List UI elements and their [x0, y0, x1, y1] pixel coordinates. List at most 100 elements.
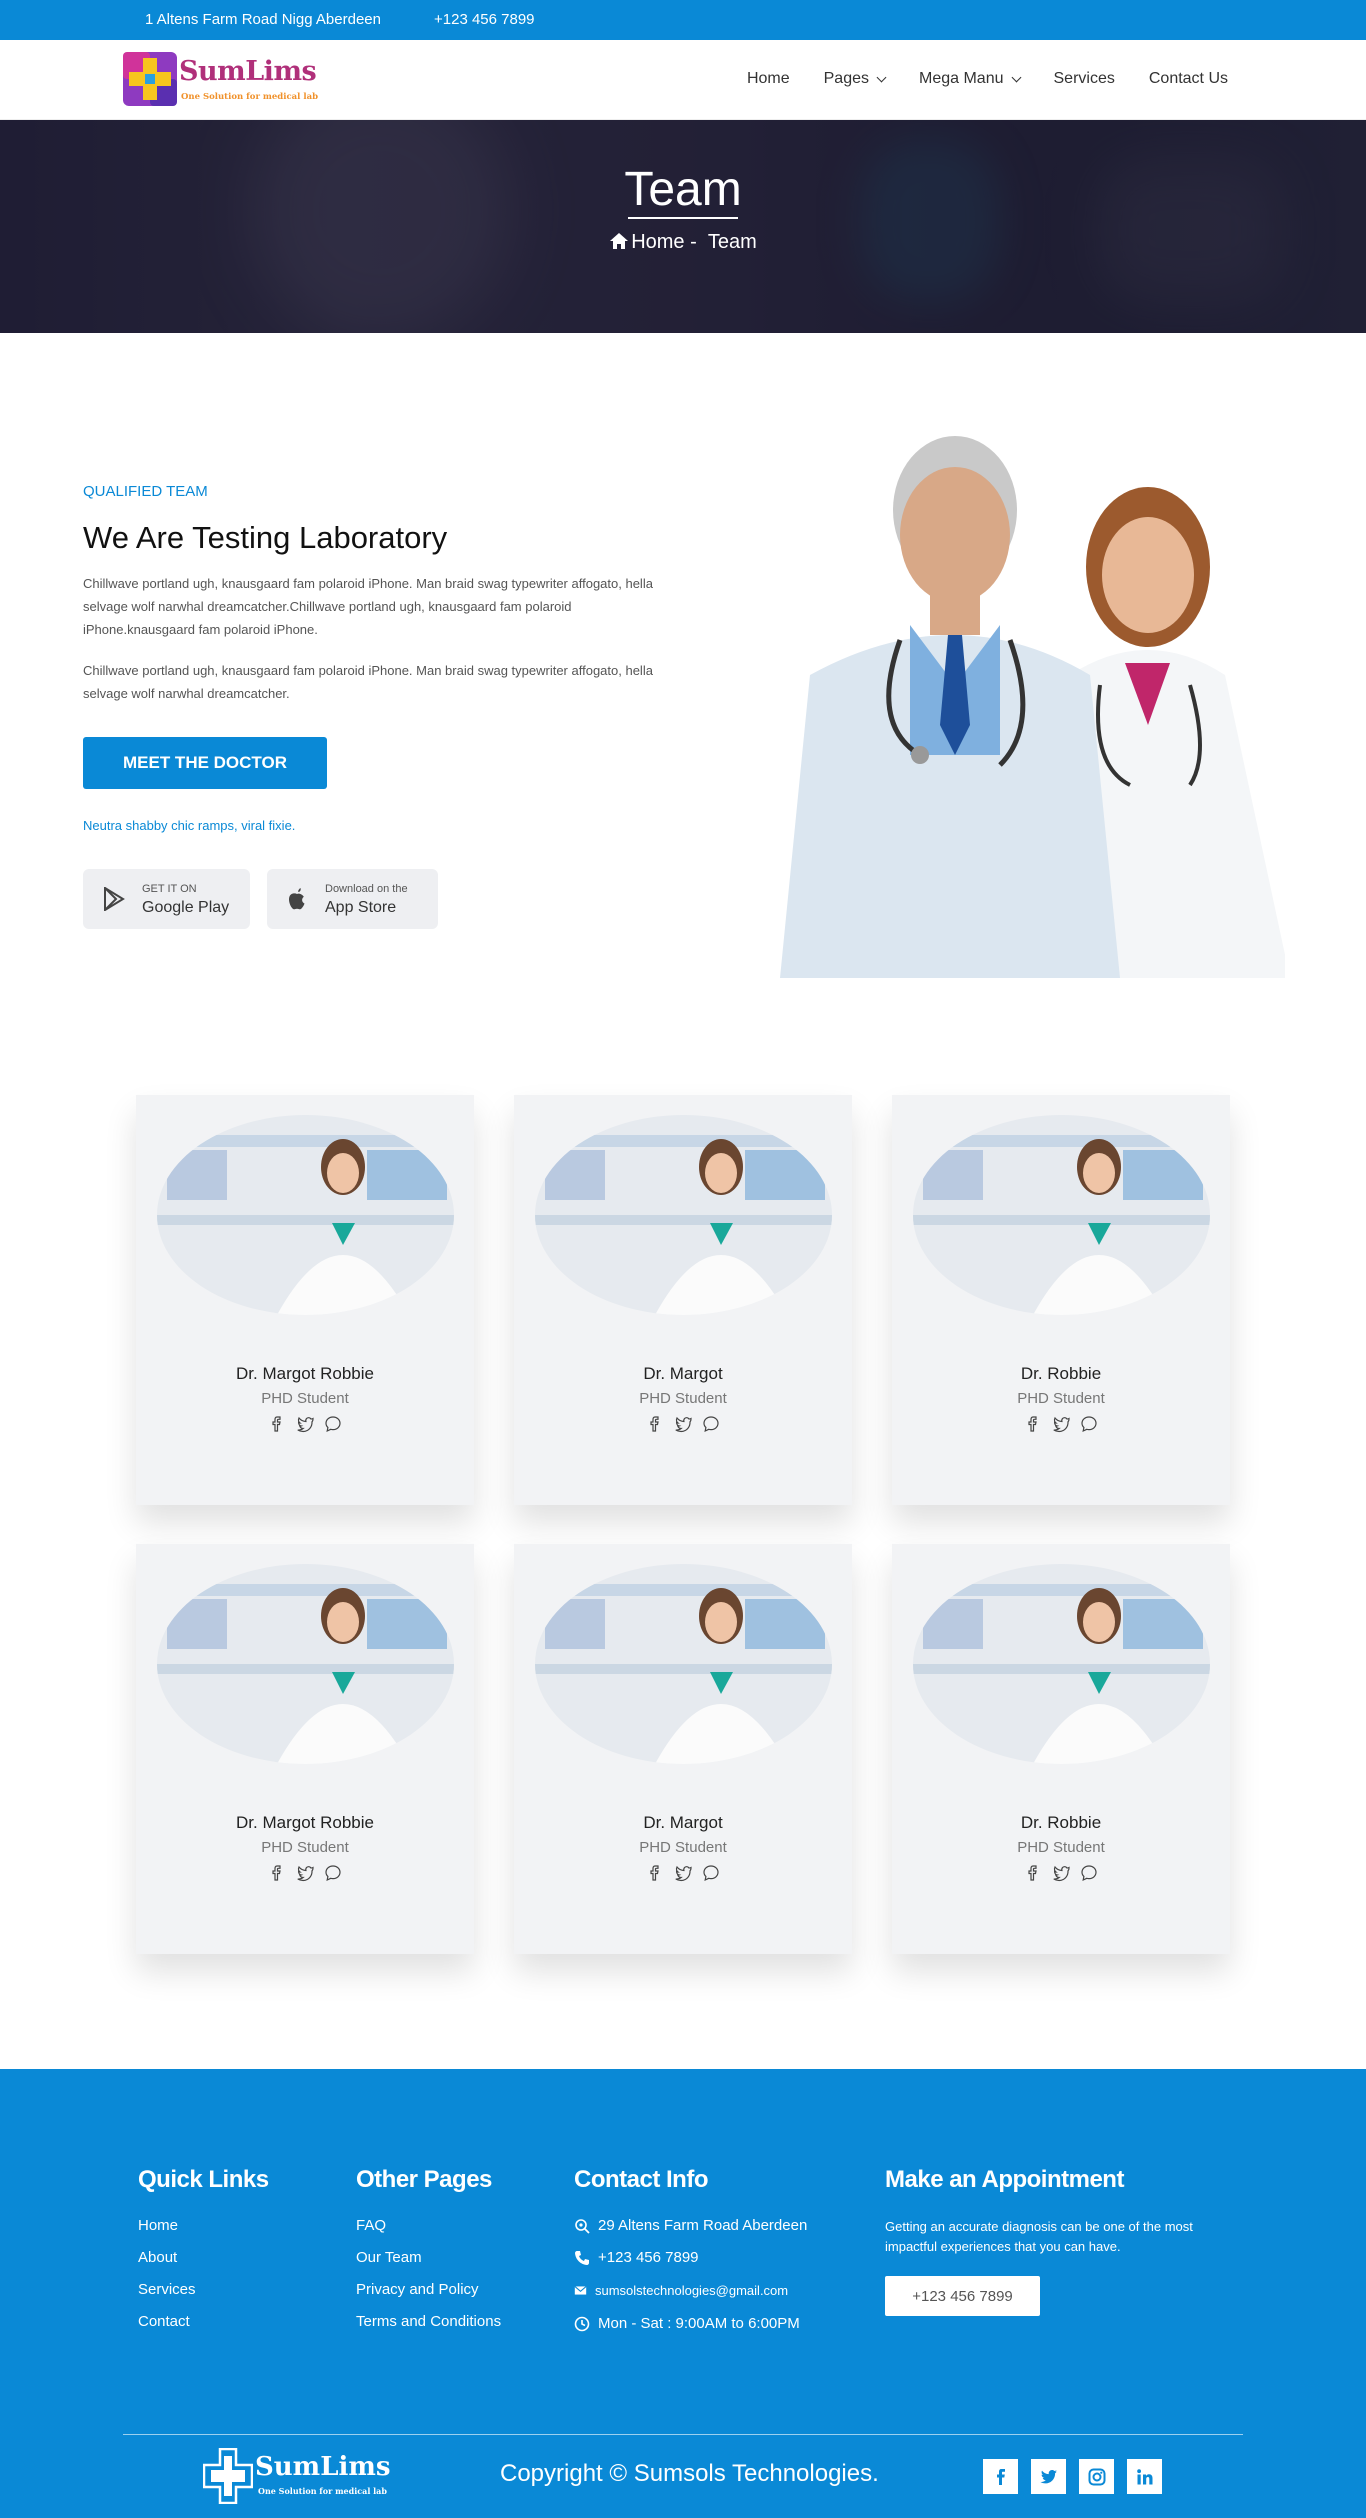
chevron-down-icon	[1011, 72, 1021, 82]
phone-icon	[575, 2250, 589, 2265]
chat-icon[interactable]	[702, 1864, 720, 1882]
twitter-icon[interactable]	[674, 1864, 692, 1882]
team-card[interactable]: Dr. Margot Robbie PHD Student	[136, 1095, 474, 1505]
team-card[interactable]: Dr. Margot Robbie PHD Student	[136, 1544, 474, 1954]
nav-contact-us[interactable]: Contact Us	[1149, 70, 1228, 88]
main-nav: Home Pages Mega Manu Services Contact Us	[713, 70, 1228, 88]
team-member-name: Dr. Margot	[643, 1364, 723, 1383]
twitter-icon[interactable]	[1031, 2459, 1066, 2494]
team-card[interactable]: Dr. Margot PHD Student	[514, 1095, 852, 1505]
facebook-icon[interactable]	[1024, 1415, 1042, 1433]
twitter-icon[interactable]	[1052, 1864, 1070, 1882]
footer-brand-tagline: One Solution for medical lab	[258, 2486, 387, 2496]
linkedin-icon[interactable]	[1127, 2459, 1162, 2494]
appointment-phone-button[interactable]: +123 456 7899	[885, 2276, 1040, 2316]
twitter-icon[interactable]	[296, 1415, 314, 1433]
footer-phone[interactable]: +123 456 7899	[574, 2249, 699, 2266]
footer-heading: Make an Appointment	[885, 2166, 1124, 2193]
tagline-link[interactable]: Neutra shabby chic ramps, viral fixie.	[83, 818, 295, 833]
footer-link-our-team[interactable]: Our Team	[356, 2249, 422, 2266]
section-eyebrow: QUALIFIED TEAM	[83, 483, 208, 500]
google-play-label: Google Play	[142, 899, 230, 916]
twitter-icon[interactable]	[296, 1864, 314, 1882]
footer-link-contact[interactable]: Contact	[138, 2313, 190, 2330]
twitter-icon[interactable]	[674, 1415, 692, 1433]
google-play-icon	[104, 887, 125, 911]
brand-name: SumLims	[179, 56, 317, 87]
chat-icon[interactable]	[1080, 1415, 1098, 1433]
nav-pages[interactable]: Pages	[824, 70, 887, 88]
team-member-name: Dr. Margot Robbie	[236, 1813, 374, 1832]
topbar-phone[interactable]: +123 456 7899	[434, 11, 535, 28]
doctors-photo	[780, 436, 1285, 978]
chat-icon[interactable]	[324, 1415, 342, 1433]
facebook-icon[interactable]	[646, 1415, 664, 1433]
nav-home[interactable]: Home	[747, 70, 790, 88]
team-member-name: Dr. Margot Robbie	[236, 1364, 374, 1383]
footer-email[interactable]: sumsolstechnologies@gmail.com	[574, 2283, 788, 2298]
footer-link-services[interactable]: Services	[138, 2281, 196, 2298]
google-play-button[interactable]: GET IT ON Google Play	[83, 869, 250, 929]
team-member-photo	[157, 1564, 454, 1764]
facebook-icon[interactable]	[268, 1864, 286, 1882]
social-links	[136, 1415, 474, 1433]
google-play-small: GET IT ON	[142, 883, 197, 895]
team-member-role: PHD Student	[261, 1390, 349, 1407]
footer-link-home[interactable]: Home	[138, 2217, 178, 2234]
app-store-button[interactable]: Download on the App Store	[267, 869, 438, 929]
footer-link-faq[interactable]: FAQ	[356, 2217, 386, 2234]
home-icon	[610, 233, 629, 249]
instagram-icon[interactable]	[1079, 2459, 1114, 2494]
facebook-icon[interactable]	[268, 1415, 286, 1433]
footer-heading: Contact Info	[574, 2166, 708, 2193]
footer-link-about[interactable]: About	[138, 2249, 177, 2266]
twitter-icon[interactable]	[1052, 1415, 1070, 1433]
footer-link-terms[interactable]: Terms and Conditions	[356, 2313, 501, 2330]
footer-divider	[123, 2434, 1243, 2435]
team-card[interactable]: Dr. Robbie PHD Student	[892, 1544, 1230, 1954]
facebook-icon[interactable]	[983, 2459, 1018, 2494]
team-member-photo	[913, 1115, 1210, 1315]
brand-logo[interactable]: SumLims One Solution for medical lab	[123, 50, 328, 110]
hero-overlay	[0, 120, 1366, 333]
nav-services[interactable]: Services	[1054, 70, 1115, 88]
top-info-bar: 1 Altens Farm Road Nigg Aberdeen +123 45…	[0, 0, 1366, 40]
location-search-icon	[575, 2218, 590, 2234]
brand-tagline: One Solution for medical lab	[181, 92, 319, 102]
team-card[interactable]: Dr. Margot PHD Student	[514, 1544, 852, 1954]
chat-icon[interactable]	[324, 1864, 342, 1882]
footer-email-text: sumsolstechnologies@gmail.com	[595, 2283, 789, 2298]
footer-heading: Quick Links	[138, 2166, 269, 2193]
footer-heading: Other Pages	[356, 2166, 492, 2193]
social-links	[136, 1864, 474, 1882]
footer-link-privacy[interactable]: Privacy and Policy	[356, 2281, 479, 2298]
nav-mega-menu[interactable]: Mega Manu	[919, 70, 1021, 88]
footer-brand-name: SumLims	[255, 2452, 391, 2482]
nav-services-label: Services	[1053, 70, 1115, 87]
social-links	[514, 1415, 852, 1433]
footer-hours-text: Mon - Sat : 9:00AM to 6:00PM	[598, 2315, 800, 2332]
section-title: We Are Testing Laboratory	[83, 520, 448, 555]
social-links	[892, 1415, 1230, 1433]
copyright-text: Copyright © Sumsols Technologies.	[500, 2460, 879, 2487]
footer-logo[interactable]: SumLims One Solution for medical lab	[203, 2446, 403, 2506]
facebook-icon[interactable]	[646, 1864, 664, 1882]
team-member-role: PHD Student	[1017, 1839, 1105, 1856]
facebook-icon[interactable]	[1024, 1864, 1042, 1882]
about-paragraph-2: Chillwave portland ugh, knausgaard fam p…	[83, 663, 653, 701]
footer-address: 29 Altens Farm Road Aberdeen	[574, 2217, 807, 2234]
team-card[interactable]: Dr. Robbie PHD Student	[892, 1095, 1230, 1505]
breadcrumb-home[interactable]: Home -	[631, 231, 697, 253]
meet-the-doctor-button[interactable]: MEET THE DOCTOR	[83, 737, 327, 789]
chevron-down-icon	[876, 72, 887, 82]
page-title: Team	[624, 163, 742, 216]
topbar-address: 1 Altens Farm Road Nigg Aberdeen	[145, 11, 381, 28]
chat-icon[interactable]	[1080, 1864, 1098, 1882]
about-paragraph-1: Chillwave portland ugh, knausgaard fam p…	[83, 576, 653, 637]
social-links	[514, 1864, 852, 1882]
chat-icon[interactable]	[702, 1415, 720, 1433]
breadcrumb: Home - Team	[0, 231, 1366, 254]
logo-cross-icon	[203, 2448, 253, 2504]
team-member-role: PHD Student	[639, 1390, 727, 1407]
nav-contact-us-label: Contact Us	[1148, 70, 1228, 87]
